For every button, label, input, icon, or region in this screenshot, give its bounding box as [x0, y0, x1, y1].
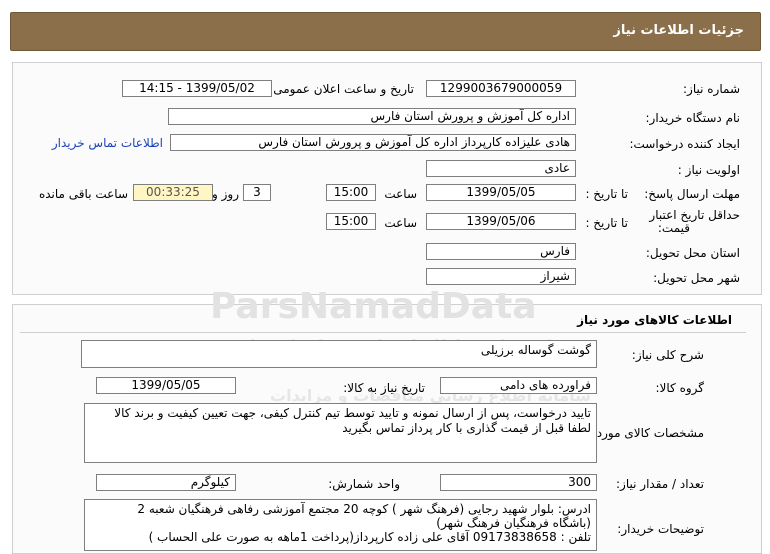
need-number-field: 1299003679000059: [426, 80, 576, 97]
remaining-label: ساعت باقی مانده: [38, 187, 128, 201]
announce-datetime-field: 1399/05/02 - 14:15: [122, 80, 272, 97]
deadline-hour-label: ساعت: [384, 187, 417, 201]
page-title: جزئیات اطلاعات نیاز: [613, 23, 744, 38]
days-label: روز و: [212, 187, 239, 201]
city-field: شیراز: [426, 268, 576, 285]
need-date-field: 1399/05/05: [96, 377, 236, 394]
address-line-2: (باشگاه فرهنگیان فرهنگ شهر): [436, 516, 591, 530]
buyer-contact-link[interactable]: اطلاعات تماس خریدار: [52, 136, 163, 150]
address-line-1: ادرس: بلوار شهید رجایی (فرهنگ شهر ) کوچه…: [137, 502, 591, 516]
announce-label: تاریخ و ساعت اعلان عمومی:: [269, 82, 414, 96]
quantity-field: 300: [440, 474, 597, 491]
section-divider: [20, 332, 746, 333]
validity-time-field: 15:00: [326, 213, 376, 230]
summary-label: شرح کلی نیاز:: [631, 348, 704, 362]
group-field: فراورده های دامی: [440, 377, 597, 394]
buyer-description-label: توضیحات خریدار:: [617, 522, 704, 536]
summary-field: گوشت گوساله برزیلی: [81, 340, 597, 368]
min-validity-label-2: قیمت:: [657, 221, 690, 235]
province-field: فارس: [426, 243, 576, 260]
buyer-description-field: ادرس: بلوار شهید رجایی (فرهنگ شهر ) کوچه…: [84, 499, 597, 551]
goods-section-title: اطلاعات کالاهای مورد نیاز: [577, 313, 732, 327]
validity-hour-label: ساعت: [384, 216, 417, 230]
remaining-time-field: 00:33:25: [133, 184, 213, 201]
need-date-label: تاریخ نیاز به کالا:: [343, 381, 425, 395]
unit-label: واحد شمارش:: [328, 477, 400, 491]
city-label: شهر محل تحویل:: [653, 271, 740, 285]
validity-date-field: 1399/05/06: [426, 213, 576, 230]
validity-until-label: تا تاریخ :: [585, 216, 628, 230]
need-number-label: شماره نیاز:: [683, 82, 740, 96]
group-label: گروه کالا:: [655, 381, 705, 395]
deadline-date-field: 1399/05/05: [426, 184, 576, 201]
address-line-3: تلفن : 09173838658 آقای علی زاده کارپردا…: [148, 530, 591, 544]
province-label: استان محل تحویل:: [645, 246, 740, 260]
priority-field: عادی: [426, 160, 576, 177]
specs-field: تایید درخواست، پس از ارسال نمونه و تایید…: [84, 403, 597, 463]
days-field: 3: [243, 184, 271, 201]
unit-field: کیلوگرم: [96, 474, 236, 491]
creator-field: هادی علیزاده کارپرداز اداره کل آموزش و پ…: [170, 134, 576, 151]
buyer-org-field: اداره کل آموزش و پرورش استان فارس: [168, 108, 576, 125]
buyer-org-label: نام دستگاه خریدار:: [645, 111, 741, 125]
deadline-label: مهلت ارسال پاسخ:: [644, 187, 740, 201]
deadline-time-field: 15:00: [326, 184, 376, 201]
quantity-label: تعداد / مقدار نیاز:: [616, 477, 704, 491]
priority-label: اولویت نیاز :: [677, 163, 740, 177]
deadline-until-label: تا تاریخ :: [585, 187, 628, 201]
min-validity-label: حداقل تاریخ اعتبار: [649, 208, 740, 222]
creator-label: ایجاد کننده درخواست:: [629, 137, 740, 151]
page-header: جزئیات اطلاعات نیاز: [10, 12, 761, 51]
